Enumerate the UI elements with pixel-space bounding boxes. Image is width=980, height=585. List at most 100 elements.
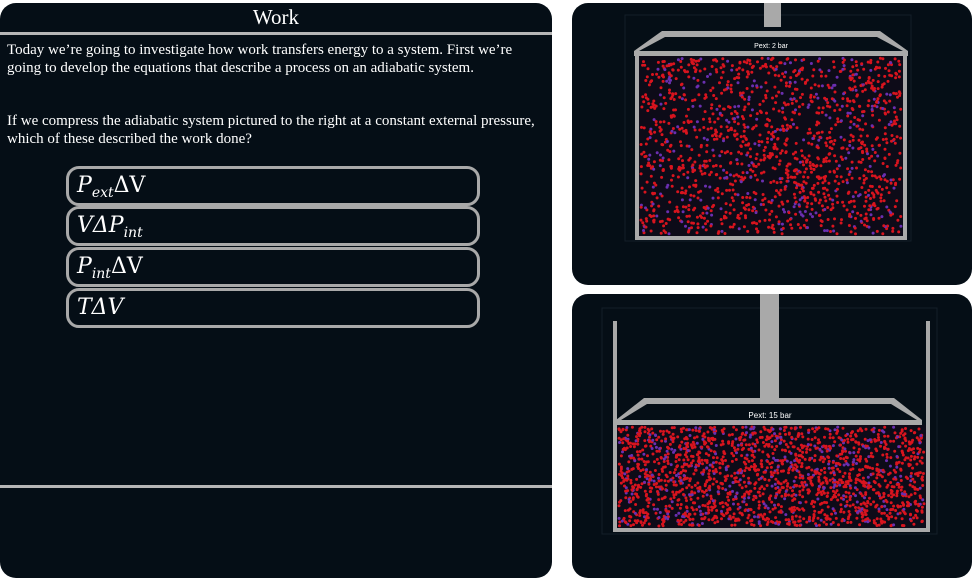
gas-particle bbox=[780, 448, 784, 452]
gas-particle bbox=[749, 489, 753, 493]
gas-particle bbox=[761, 441, 765, 444]
gas-particle bbox=[880, 505, 884, 509]
gas-particle bbox=[692, 194, 696, 198]
answer-choice-t-delta-v[interactable]: TΔV bbox=[66, 288, 480, 328]
gas-particle bbox=[888, 93, 892, 97]
gas-particle bbox=[646, 109, 650, 113]
gas-particle bbox=[915, 462, 919, 466]
gas-particle bbox=[844, 156, 848, 160]
gas-particle bbox=[663, 479, 667, 483]
gas-particle bbox=[818, 440, 822, 444]
gas-particle bbox=[654, 123, 658, 127]
gas-particle bbox=[748, 62, 752, 66]
gas-particle bbox=[798, 190, 802, 194]
gas-particle bbox=[800, 462, 804, 465]
gas-particle bbox=[730, 64, 734, 68]
gas-particle bbox=[731, 199, 735, 203]
gas-particle bbox=[722, 139, 725, 143]
gas-particle bbox=[851, 138, 855, 142]
gas-particle bbox=[741, 171, 745, 175]
gas-particle bbox=[652, 167, 656, 171]
answer-choice-math: TΔV bbox=[77, 295, 124, 320]
gas-particle bbox=[887, 123, 891, 126]
gas-particle bbox=[680, 97, 684, 101]
gas-particle bbox=[636, 453, 640, 457]
gas-particle bbox=[702, 136, 706, 140]
gas-particle bbox=[653, 130, 657, 134]
gas-particle bbox=[751, 453, 755, 457]
gas-particle bbox=[726, 503, 730, 507]
gas-particle bbox=[780, 149, 784, 153]
gas-particle bbox=[809, 191, 813, 194]
gas-particle bbox=[643, 190, 647, 194]
gas-particle bbox=[711, 469, 715, 473]
gas-particle bbox=[868, 204, 872, 208]
gas-particle bbox=[823, 513, 827, 517]
gas-particle bbox=[715, 107, 719, 111]
gas-particle bbox=[909, 519, 913, 523]
gas-particle bbox=[689, 497, 693, 501]
gas-particle bbox=[762, 487, 766, 491]
gas-particle bbox=[889, 524, 893, 528]
gas-particle bbox=[736, 471, 740, 475]
gas-particle bbox=[622, 437, 626, 441]
gas-particle bbox=[721, 430, 725, 434]
gas-particle bbox=[645, 514, 649, 518]
gas-particle bbox=[867, 225, 871, 229]
gas-particle bbox=[813, 454, 817, 458]
gas-particle bbox=[899, 467, 903, 471]
gas-particle bbox=[875, 476, 879, 480]
gas-particle bbox=[671, 436, 674, 440]
gas-particle bbox=[907, 495, 911, 499]
gas-particle bbox=[709, 477, 712, 481]
gas-particle bbox=[705, 150, 709, 154]
gas-particle bbox=[804, 483, 808, 487]
gas-particle bbox=[668, 88, 671, 92]
gas-particle bbox=[656, 490, 659, 493]
gas-particle bbox=[732, 498, 735, 501]
gas-particle bbox=[900, 517, 904, 521]
gas-particle bbox=[751, 209, 755, 213]
gas-particle bbox=[847, 151, 851, 155]
gas-particle bbox=[867, 193, 870, 197]
gas-particle bbox=[881, 174, 885, 178]
gas-particle bbox=[736, 115, 740, 119]
gas-particle bbox=[711, 134, 714, 138]
gas-particle bbox=[786, 522, 790, 526]
gas-particle bbox=[729, 151, 733, 155]
gas-particle bbox=[809, 95, 813, 99]
gas-particle bbox=[730, 90, 733, 94]
gas-particle bbox=[643, 430, 647, 434]
gas-particle bbox=[626, 433, 630, 437]
gas-particle bbox=[850, 166, 854, 170]
gas-particle bbox=[779, 180, 783, 184]
gas-particle bbox=[776, 137, 780, 141]
gas-particle bbox=[810, 207, 814, 211]
gas-particle bbox=[766, 117, 770, 121]
gas-particle bbox=[833, 83, 837, 87]
gas-particle bbox=[670, 184, 674, 188]
gas-particle bbox=[900, 461, 904, 465]
gas-particle bbox=[752, 510, 756, 514]
answer-choice-p-int-delta-v[interactable]: PintΔV bbox=[66, 247, 480, 287]
gas-particle bbox=[706, 219, 710, 223]
gas-particle bbox=[894, 509, 898, 512]
gas-particle bbox=[800, 187, 804, 191]
gas-particle bbox=[899, 488, 903, 492]
gas-particle bbox=[662, 107, 666, 111]
gas-particle bbox=[764, 81, 768, 85]
gas-particle bbox=[745, 75, 749, 79]
gas-particle bbox=[896, 218, 900, 222]
answer-choice-v-delta-p-int[interactable]: VΔPint bbox=[66, 206, 480, 246]
gas-particle bbox=[835, 194, 839, 198]
gas-particle bbox=[898, 124, 902, 128]
gas-particle bbox=[918, 494, 922, 498]
gas-particle bbox=[652, 160, 656, 164]
gas-particle bbox=[816, 146, 820, 150]
gas-particle bbox=[679, 154, 683, 158]
answer-choice-p-ext-delta-v[interactable]: PextΔV bbox=[66, 166, 480, 206]
gas-particle bbox=[853, 205, 857, 209]
gas-particle bbox=[694, 429, 698, 432]
gas-particle bbox=[757, 448, 761, 452]
gas-particle bbox=[884, 137, 888, 141]
